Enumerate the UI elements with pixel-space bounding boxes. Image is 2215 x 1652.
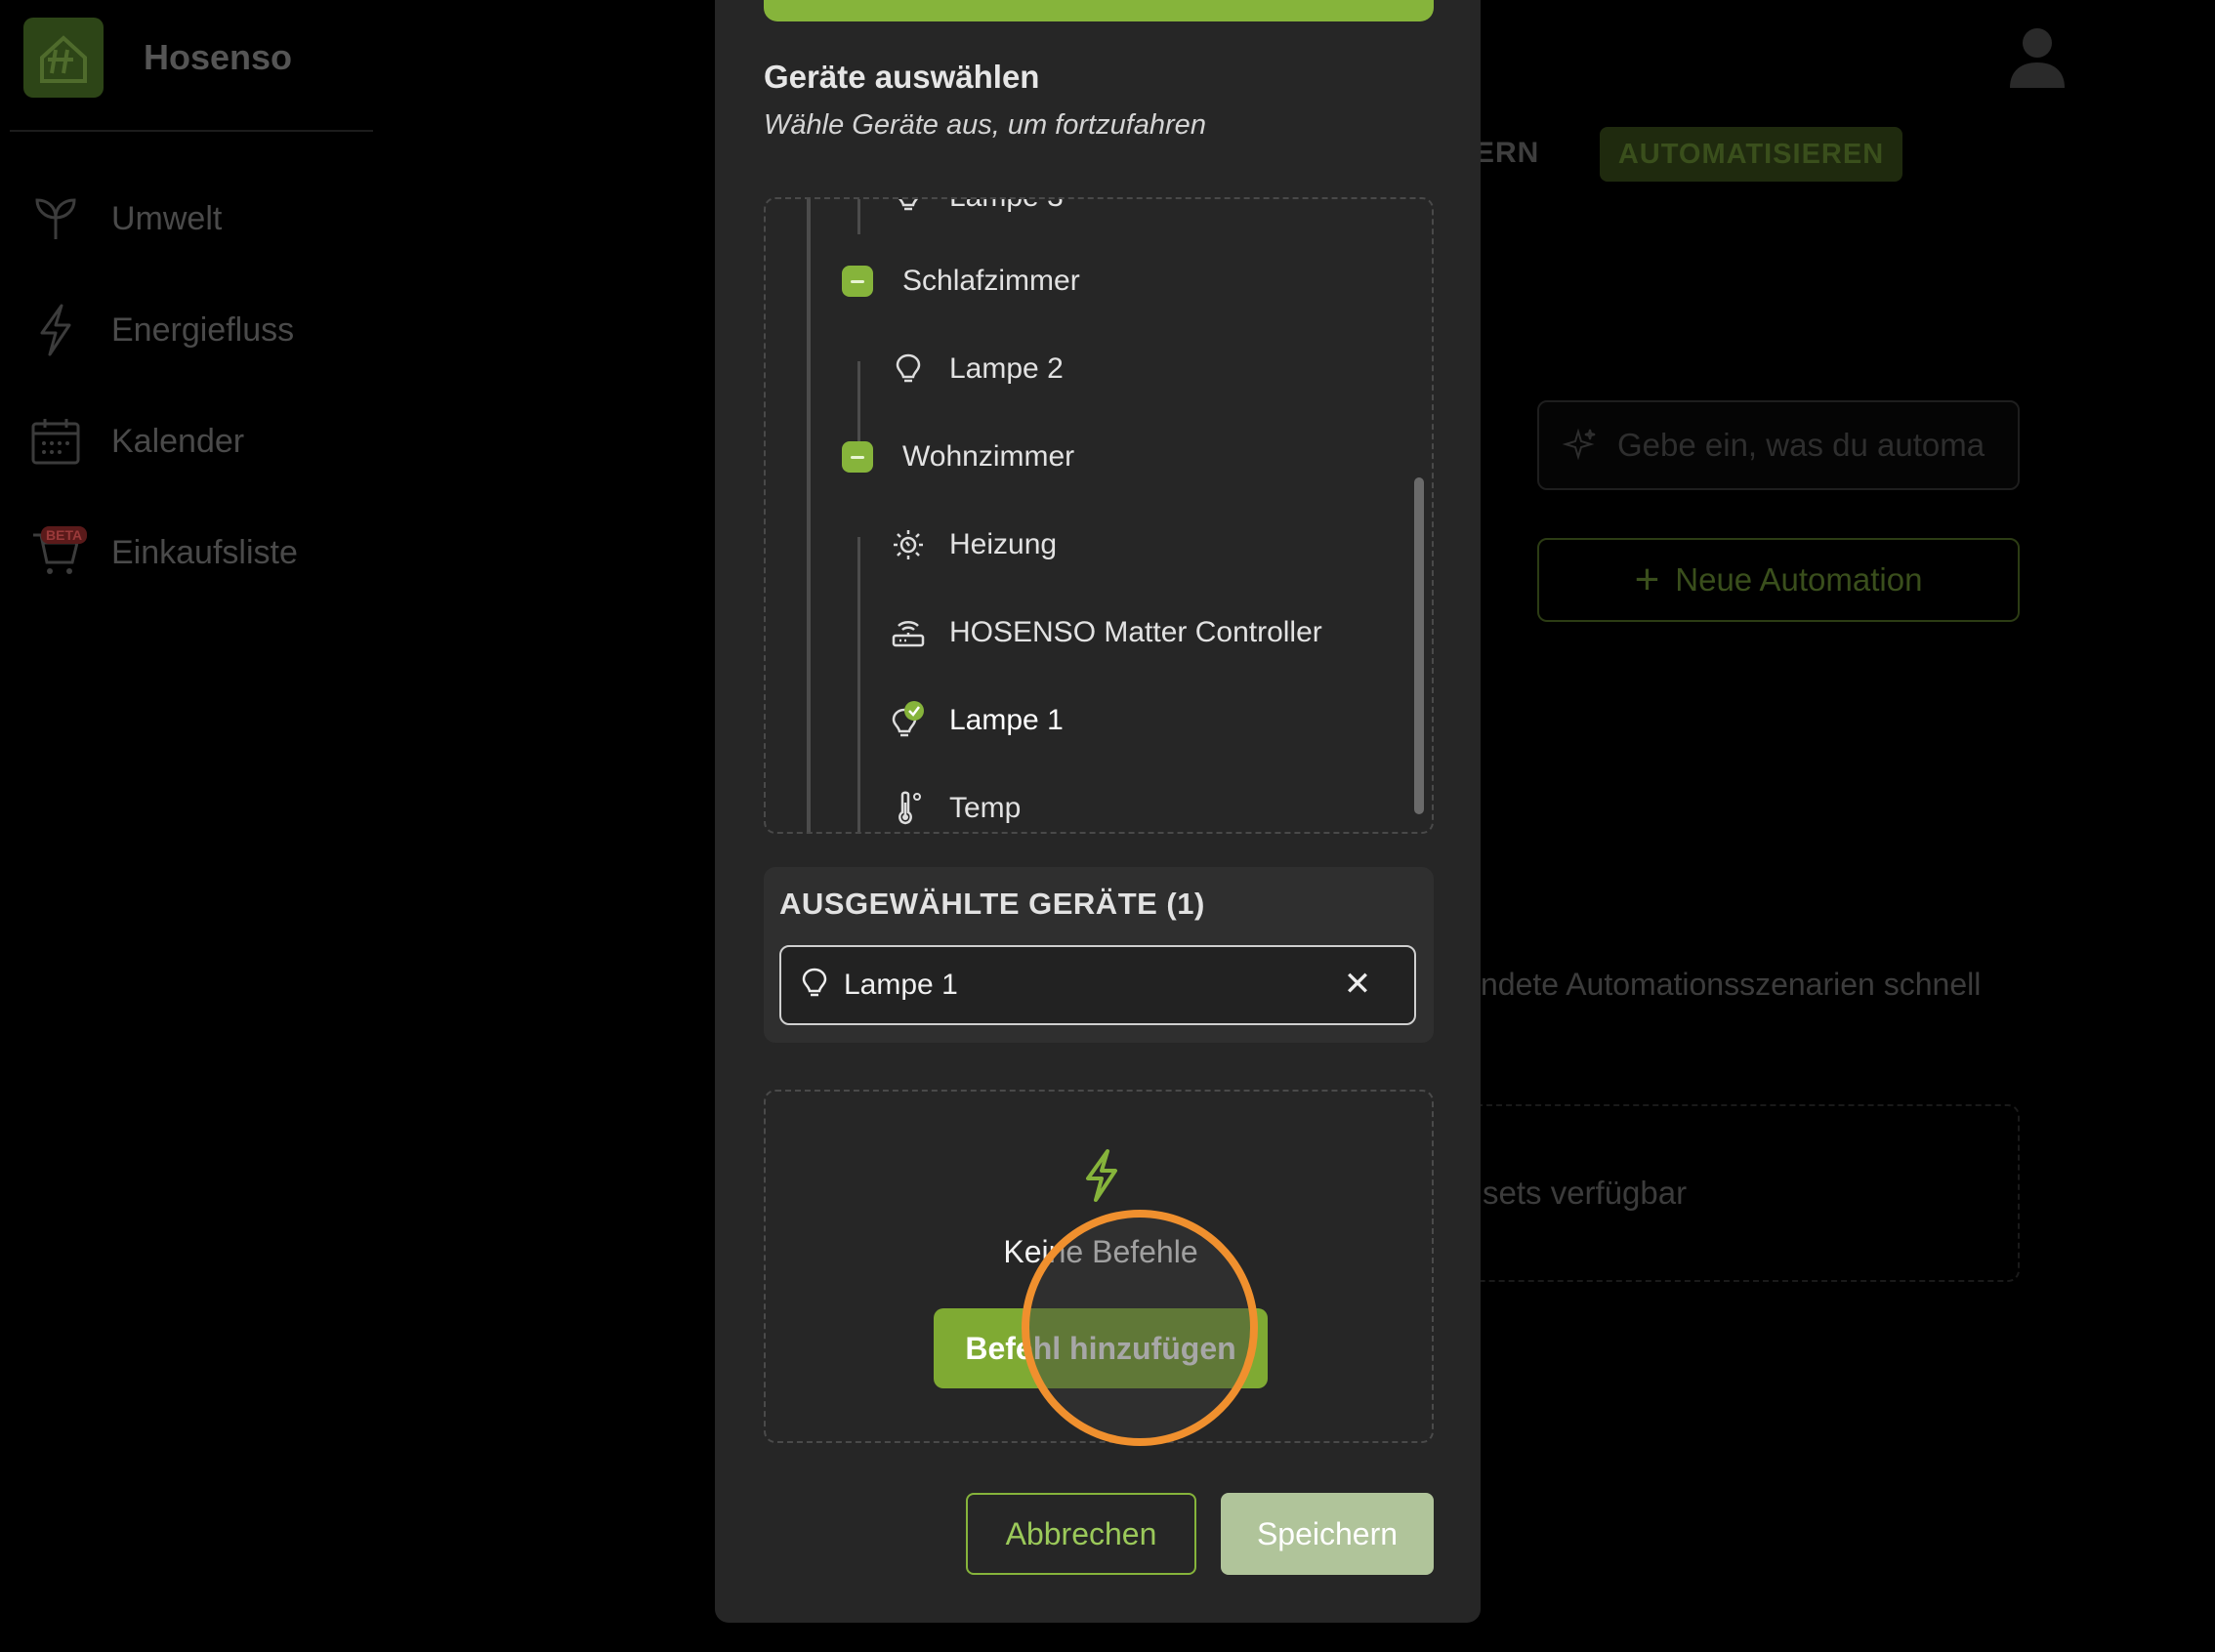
room-checkbox[interactable] bbox=[842, 266, 873, 297]
tree-room-wohnzimmer[interactable]: Wohnzimmer bbox=[842, 428, 1074, 486]
lightning-icon bbox=[29, 304, 82, 356]
no-commands-text: Keine Befehle bbox=[1003, 1234, 1198, 1269]
bulb-icon bbox=[889, 701, 928, 740]
tree-room-label: Schlafzimmer bbox=[902, 265, 1080, 297]
new-automation-label: Neue Automation bbox=[1675, 561, 1923, 598]
preset-box: sets verfügbar bbox=[1465, 1104, 2020, 1282]
bulb-icon bbox=[801, 967, 828, 1005]
bulb-icon bbox=[889, 350, 928, 389]
house-logo-icon bbox=[40, 35, 87, 83]
cart-icon: BETA bbox=[29, 526, 88, 579]
tree-device-label: Lampe 1 bbox=[949, 704, 1064, 736]
sidebar-item-label: Umwelt bbox=[111, 199, 223, 237]
logo bbox=[23, 18, 104, 98]
modal-subtitle: Wähle Geräte aus, um fortzufahren bbox=[764, 109, 1206, 141]
tab-partial[interactable]: ERN bbox=[1475, 137, 1539, 170]
automation-prompt-input[interactable]: Gebe ein, was du automa bbox=[1537, 400, 2020, 490]
preset-text: sets verfügbar bbox=[1483, 1175, 1688, 1211]
selected-devices-title: AUSGEWÄHLTE GERÄTE (1) bbox=[779, 887, 1205, 921]
sidebar-divider bbox=[10, 130, 373, 132]
sprout-icon bbox=[29, 192, 82, 245]
thermometer-icon bbox=[889, 789, 928, 828]
sparkle-icon bbox=[1563, 428, 1596, 461]
tree-device-matter-controller[interactable]: HOSENSO Matter Controller bbox=[889, 603, 1322, 662]
sidebar-item-umwelt[interactable]: Umwelt bbox=[29, 189, 361, 248]
sidebar-item-label: Einkaufsliste bbox=[111, 533, 298, 571]
tree-device-lampe-2[interactable]: Lampe 2 bbox=[889, 340, 1064, 398]
modal-title: Geräte auswählen bbox=[764, 59, 1040, 95]
tree-device-label: HOSENSO Matter Controller bbox=[949, 616, 1322, 648]
sidebar-item-label: Kalender bbox=[111, 422, 245, 460]
sidebar-item-energiefluss[interactable]: Energiefluss bbox=[29, 301, 361, 359]
sidebar-item-kalender[interactable]: Kalender bbox=[29, 412, 361, 471]
add-command-button[interactable]: Befehl hinzufügen bbox=[934, 1308, 1268, 1388]
save-button[interactable]: Speichern bbox=[1221, 1493, 1434, 1575]
tree-device-label: Temp bbox=[949, 792, 1022, 824]
tab-automatisieren[interactable]: AUTOMATISIEREN bbox=[1600, 127, 1902, 182]
plus-icon: + bbox=[1634, 556, 1660, 603]
prompt-placeholder: Gebe ein, was du automa bbox=[1617, 427, 1985, 463]
remove-device-icon[interactable]: ✕ bbox=[1340, 966, 1375, 1003]
sidebar-item-einkaufsliste[interactable]: BETA Einkaufsliste bbox=[29, 523, 361, 582]
beta-badge: BETA bbox=[41, 526, 88, 544]
sidebar: Hosenso Umwelt Energiefluss Kalender BET… bbox=[0, 0, 376, 1652]
sidebar-item-label: Energiefluss bbox=[111, 310, 295, 349]
cancel-button[interactable]: Abbrechen bbox=[966, 1493, 1196, 1575]
tree-device-temp[interactable]: Temp bbox=[889, 779, 1022, 832]
tree-device-label: Lampe 3 bbox=[949, 199, 1064, 214]
bulb-icon bbox=[889, 199, 928, 217]
selected-device-chip: Lampe 1 ✕ bbox=[779, 945, 1416, 1025]
user-avatar-icon[interactable] bbox=[2008, 23, 2067, 90]
tree-device-lampe-1[interactable]: Lampe 1 bbox=[889, 691, 1064, 750]
lightning-icon bbox=[1086, 1149, 1117, 1202]
tree-room-schlafzimmer[interactable]: Schlafzimmer bbox=[842, 252, 1080, 310]
calendar-icon bbox=[29, 415, 82, 468]
router-icon bbox=[889, 613, 928, 652]
brand-name: Hosenso bbox=[144, 37, 293, 77]
tree-line bbox=[857, 537, 860, 832]
new-automation-button[interactable]: + Neue Automation bbox=[1537, 538, 2020, 622]
tree-device-label: Lampe 2 bbox=[949, 352, 1064, 385]
tree-device-heizung[interactable]: Heizung bbox=[889, 516, 1057, 574]
tree-line bbox=[857, 199, 860, 234]
room-checkbox[interactable] bbox=[842, 441, 873, 473]
tree-device-lampe-3[interactable]: Lampe 3 bbox=[889, 199, 1064, 227]
tree-room-label: Wohnzimmer bbox=[902, 440, 1075, 473]
selected-devices-panel: AUSGEWÄHLTE GERÄTE (1) Lampe 1 ✕ bbox=[764, 867, 1434, 1043]
device-tree[interactable]: Lampe 3 Schlafzimmer Lampe 2 Wohnzimmer … bbox=[764, 197, 1434, 834]
tree-line bbox=[807, 199, 811, 832]
automation-description: ndete Automationsszenarien schnell bbox=[1481, 967, 1982, 1002]
commands-box: Keine Befehle Befehl hinzufügen bbox=[764, 1090, 1434, 1443]
tree-device-label: Heizung bbox=[949, 528, 1058, 560]
modal-top-button[interactable] bbox=[764, 0, 1434, 21]
selected-device-label: Lampe 1 bbox=[844, 969, 958, 1001]
heater-icon bbox=[889, 525, 928, 564]
tree-scrollbar[interactable] bbox=[1414, 477, 1424, 814]
